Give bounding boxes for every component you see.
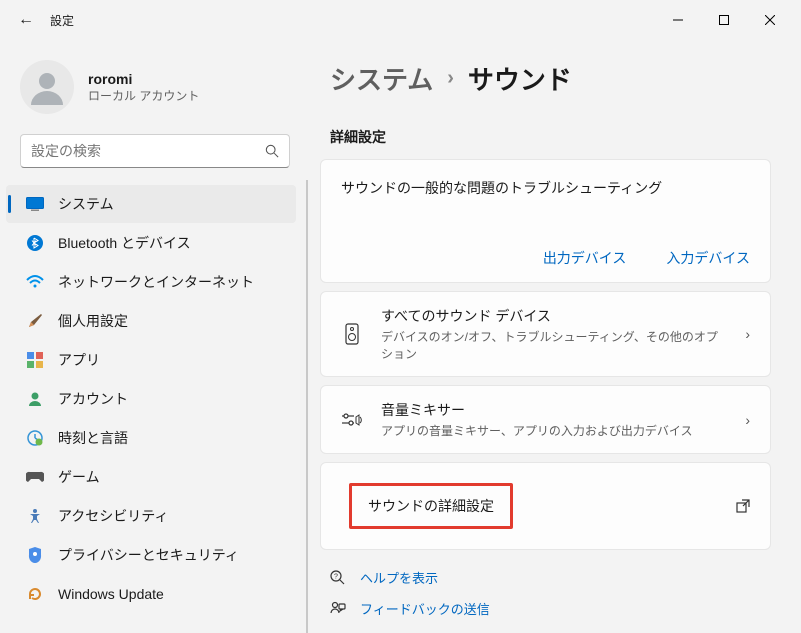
feedback-icon [330, 601, 348, 617]
sound-advanced-settings-item[interactable]: サウンドの詳細設定 [320, 462, 771, 550]
nav-label: Bluetooth とデバイス [58, 233, 191, 253]
troubleshoot-card: サウンドの一般的な問題のトラブルシューティング 出力デバイス 入力デバイス [320, 159, 771, 283]
breadcrumb-current: サウンド [468, 60, 572, 97]
bluetooth-icon [26, 234, 44, 252]
close-button[interactable] [747, 4, 793, 36]
brush-icon [26, 312, 44, 330]
open-external-icon [736, 499, 750, 513]
nav-label: プライバシーとセキュリティ [58, 545, 239, 565]
nav-label: アプリ [58, 350, 100, 370]
nav-label: ゲーム [58, 467, 100, 487]
main-content: システム › サウンド 詳細設定 サウンドの一般的な問題のトラブルシューティング… [310, 40, 801, 633]
section-label: 詳細設定 [330, 127, 771, 147]
speaker-icon [341, 323, 363, 345]
search-icon [265, 144, 279, 158]
apps-icon [26, 351, 44, 369]
nav-label: システム [58, 194, 114, 214]
nav-network[interactable]: ネットワークとインターネット [6, 263, 296, 301]
breadcrumb-parent[interactable]: システム [330, 60, 433, 97]
nav-gaming[interactable]: ゲーム [6, 458, 296, 496]
search-box[interactable] [20, 134, 290, 168]
nav-label: 個人用設定 [58, 311, 128, 331]
help-icon: ? [330, 570, 348, 586]
svg-text:?: ? [334, 573, 338, 580]
nav-apps[interactable]: アプリ [6, 341, 296, 379]
profile-sub: ローカル アカウント [88, 87, 199, 104]
help-label: ヘルプを表示 [360, 568, 438, 587]
list-sub: アプリの音量ミキサー、アプリの入力および出力デバイス [381, 422, 727, 439]
nav-personalization[interactable]: 個人用設定 [6, 302, 296, 340]
globe-clock-icon [26, 429, 44, 447]
update-icon [26, 585, 44, 603]
profile[interactable]: roromi ローカル アカウント [0, 50, 310, 134]
nav-label: Windows Update [58, 586, 164, 602]
search-input[interactable] [31, 143, 265, 159]
volume-mixer-item[interactable]: 音量ミキサー アプリの音量ミキサー、アプリの入力および出力デバイス › [320, 385, 771, 454]
accessibility-icon [26, 507, 44, 525]
nav-time-language[interactable]: 時刻と言語 [6, 419, 296, 457]
chevron-right-icon: › [447, 67, 454, 90]
back-button[interactable]: ← [18, 11, 34, 29]
nav-accounts[interactable]: アカウント [6, 380, 296, 418]
chevron-right-icon: › [745, 326, 750, 342]
feedback-link[interactable]: フィードバックの送信 [330, 599, 771, 618]
mixer-icon [341, 411, 363, 429]
avatar [20, 60, 74, 114]
maximize-button[interactable] [701, 4, 747, 36]
system-icon [26, 195, 44, 213]
help-link[interactable]: ? ヘルプを表示 [330, 568, 771, 587]
troubleshoot-title: サウンドの一般的な問題のトラブルシューティング [341, 178, 750, 198]
list-title: サウンドの詳細設定 [364, 486, 498, 526]
breadcrumb: システム › サウンド [320, 60, 771, 97]
titlebar: ← 設定 [0, 0, 801, 40]
nav-accessibility[interactable]: アクセシビリティ [6, 497, 296, 535]
all-sound-devices-item[interactable]: すべてのサウンド デバイス デバイスのオン/オフ、トラブルシューティング、その他… [320, 291, 771, 377]
list-sub: デバイスのオン/オフ、トラブルシューティング、その他のオプション [381, 328, 727, 362]
profile-name: roromi [88, 71, 199, 87]
nav-windows-update[interactable]: Windows Update [6, 575, 296, 613]
nav-bluetooth[interactable]: Bluetooth とデバイス [6, 224, 296, 262]
nav-label: ネットワークとインターネット [58, 272, 254, 292]
feedback-label: フィードバックの送信 [360, 599, 490, 618]
sidebar: roromi ローカル アカウント システム Bluetooth とデバイス [0, 40, 310, 633]
nav-system[interactable]: システム [6, 185, 296, 223]
nav-label: アクセシビリティ [58, 506, 168, 526]
nav-label: 時刻と言語 [58, 428, 128, 448]
input-device-button[interactable]: 入力デバイス [666, 248, 750, 268]
gamepad-icon [26, 468, 44, 486]
person-icon [26, 390, 44, 408]
chevron-right-icon: › [745, 412, 750, 428]
nav-label: アカウント [58, 389, 128, 409]
list-title: 音量ミキサー [381, 400, 727, 420]
nav-privacy[interactable]: プライバシーとセキュリティ [6, 536, 296, 574]
list-title: すべてのサウンド デバイス [381, 306, 727, 326]
minimize-button[interactable] [655, 4, 701, 36]
output-device-button[interactable]: 出力デバイス [543, 248, 627, 268]
shield-icon [26, 546, 44, 564]
wifi-icon [26, 273, 44, 291]
window-title: 設定 [50, 12, 74, 29]
